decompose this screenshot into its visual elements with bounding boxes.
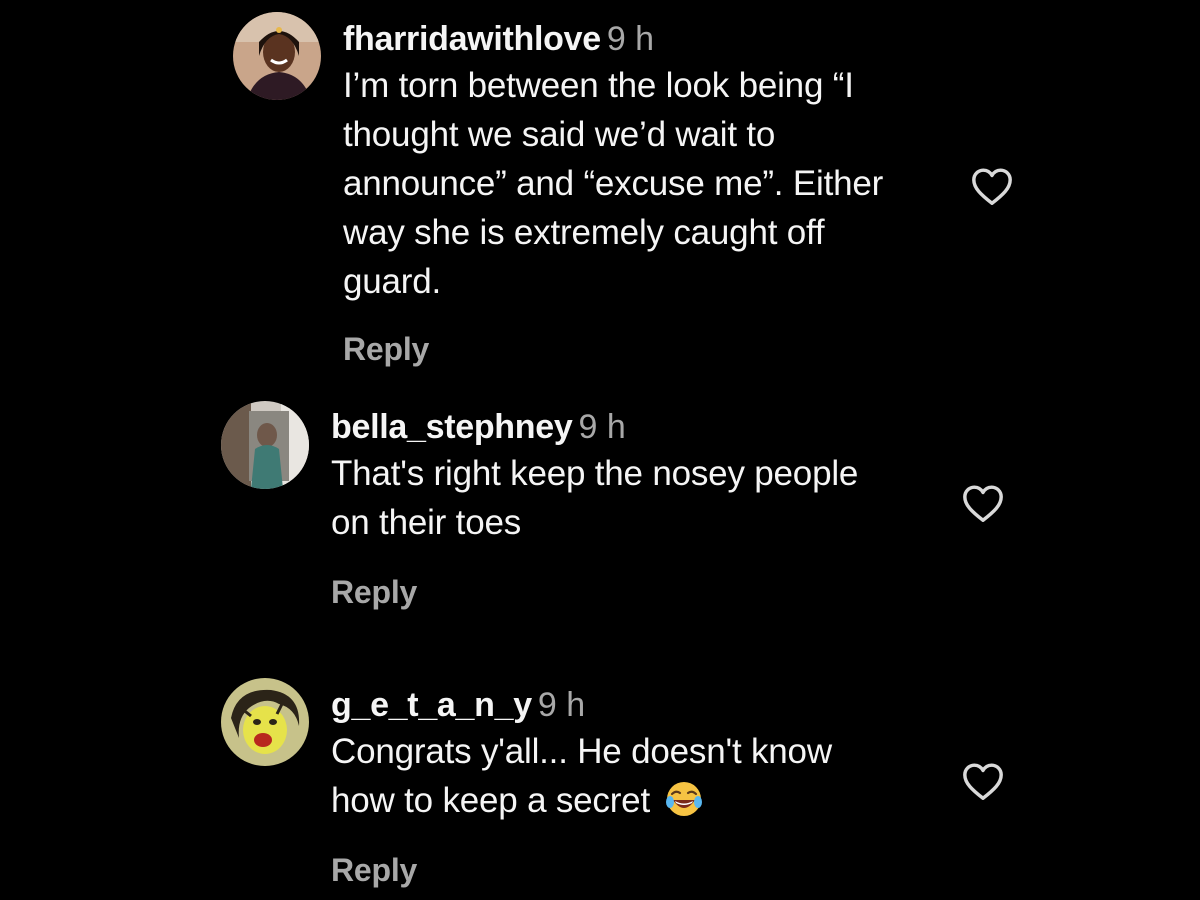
comment-item: fharridawithlove 9 h I’m torn between the… [0, 0, 1200, 380]
timestamp[interactable]: 9 h [538, 686, 585, 724]
comment-text: That's right keep the nosey people on th… [331, 449, 931, 547]
reply-button[interactable]: Reply [343, 331, 429, 368]
comment-header: bella_stephney 9 h [331, 407, 931, 447]
timestamp[interactable]: 9 h [607, 20, 654, 58]
avatar[interactable] [221, 678, 309, 766]
comment-header: fharridawithlove 9 h [343, 19, 943, 59]
comment-header: g_e_t_a_n_y 9 h [331, 685, 931, 725]
rolling-on-floor-laughing-emoji-icon [664, 780, 704, 831]
comment-body: bella_stephney 9 h That's right keep the … [331, 407, 931, 547]
timestamp[interactable]: 9 h [578, 408, 625, 446]
comment-text: I’m torn between the look being “I thoug… [343, 61, 943, 306]
comment-text-line: how to keep a secret [331, 781, 650, 820]
avatar-image [221, 678, 309, 766]
comment-body: g_e_t_a_n_y 9 h Congrats y'all... He does… [331, 685, 931, 831]
reply-button[interactable]: Reply [331, 852, 417, 889]
comment-body: fharridawithlove 9 h I’m torn between the… [343, 19, 943, 306]
heart-outline-icon[interactable] [970, 166, 1014, 206]
comment-text-line: I’m torn between the look being “I [343, 66, 854, 105]
avatar[interactable] [221, 401, 309, 489]
comment-text-line: Congrats y'all... He doesn't know [331, 732, 832, 771]
comment-item: g_e_t_a_n_y 9 h Congrats y'all... He does… [0, 640, 1200, 900]
comment-text: Congrats y'all... He doesn't know how to… [331, 727, 931, 831]
heart-outline-icon[interactable] [961, 761, 1005, 801]
username[interactable]: fharridawithlove [343, 20, 601, 58]
comment-text-line: guard. [343, 262, 442, 301]
comment-item: bella_stephney 9 h That's right keep the … [0, 380, 1200, 640]
comment-text-line: on their toes [331, 503, 522, 542]
avatar-image [233, 12, 321, 100]
avatar-image [221, 401, 309, 489]
comment-text-line: That's right keep the nosey people [331, 454, 859, 493]
heart-outline-icon[interactable] [961, 483, 1005, 523]
comment-text-line: announce” and “excuse me”. Either [343, 164, 884, 203]
username[interactable]: bella_stephney [331, 408, 573, 446]
avatar[interactable] [233, 12, 321, 100]
comment-text-line: way she is extremely caught off [343, 213, 825, 252]
username[interactable]: g_e_t_a_n_y [331, 686, 532, 724]
comment-text-line-with-emoji: how to keep a secret [331, 776, 931, 831]
reply-button[interactable]: Reply [331, 574, 417, 611]
comment-text-line: thought we said we’d wait to [343, 115, 776, 154]
